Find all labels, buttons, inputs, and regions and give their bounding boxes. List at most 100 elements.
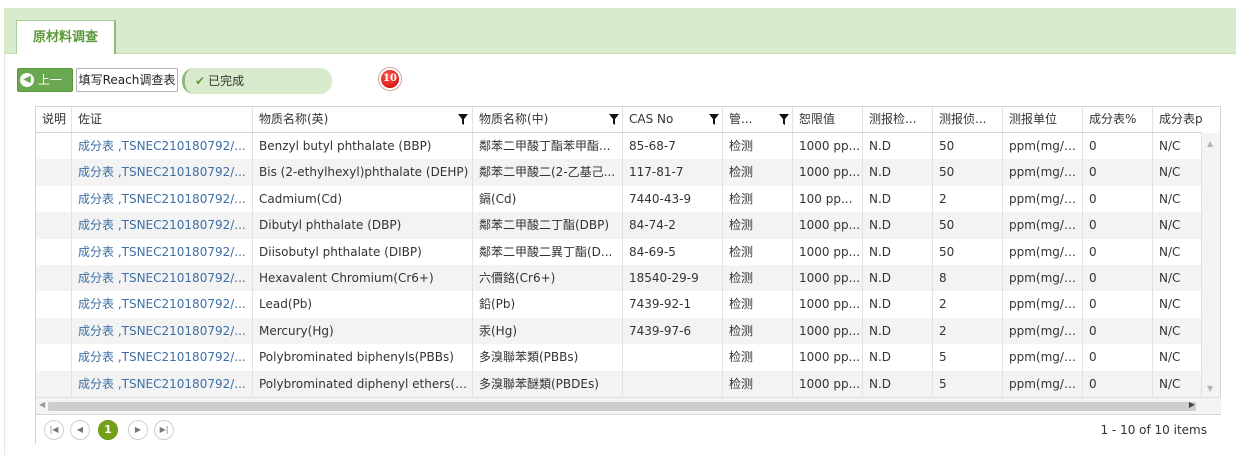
cell-note (36, 265, 72, 292)
table-row[interactable]: 成分表 ,TSNEC210180792/... Polybrominated d… (36, 370, 1202, 397)
cell-test-result: N.D (863, 370, 933, 397)
count-badge: 10 (379, 68, 401, 90)
cell-detection: 50 (933, 159, 1003, 186)
header-limit[interactable]: 恕限值 (793, 107, 863, 132)
cell-note (36, 159, 72, 186)
cell-cas-no: 84-74-2 (623, 212, 723, 239)
header-evidence[interactable]: 佐证 (72, 107, 253, 132)
cell-note (36, 238, 72, 265)
filter-icon[interactable] (458, 114, 468, 125)
cell-substance-cn: 多溴聯苯醚類(PBDEs) (473, 370, 623, 397)
cell-test-result: N.D (863, 133, 933, 160)
cell-control: 检测 (723, 159, 793, 186)
cell-control: 检测 (723, 185, 793, 213)
cell-evidence-link[interactable]: 成分表 ,TSNEC210180792/... (72, 212, 253, 239)
cell-unit: ppm(mg/kg) (1003, 133, 1083, 160)
cell-substance-cn: 鄰苯二甲酸二丁酯(DBP) (473, 212, 623, 239)
filter-icon[interactable] (779, 114, 789, 125)
cell-evidence-link[interactable]: 成分表 ,TSNEC210180792/... (72, 370, 253, 397)
cell-limit: 1000 pp... (793, 133, 863, 160)
pager-info: 1 - 10 of 10 items (1100, 423, 1207, 437)
table-row[interactable]: 成分表 ,TSNEC210180792/... Cadmium(Cd) 鎘(Cd… (36, 185, 1202, 213)
header-test-result[interactable]: 测报检... (863, 107, 933, 132)
cell-evidence-link[interactable]: 成分表 ,TSNEC210180792/... (72, 265, 253, 292)
cell-evidence-link[interactable]: 成分表 ,TSNEC210180792/... (72, 238, 253, 265)
cell-composition-p: N/C (1153, 344, 1202, 370)
header-substance-en[interactable]: 物质名称(英) (253, 107, 473, 132)
prev-page-icon[interactable]: ◀ (70, 420, 90, 440)
cell-composition-pct: 0 (1083, 317, 1153, 345)
header-unit[interactable]: 测报单位 (1003, 107, 1083, 132)
header-detection[interactable]: 测报侦... (933, 107, 1003, 132)
grid-body: 成分表 ,TSNEC210180792/... Benzyl butyl pht… (36, 133, 1202, 397)
scroll-left-icon[interactable]: ◀ (39, 400, 45, 409)
first-page-icon[interactable]: |◀ (44, 420, 64, 440)
cell-substance-cn: 汞(Hg) (473, 317, 623, 345)
table-row[interactable]: 成分表 ,TSNEC210180792/... Lead(Pb) 鉛(Pb) 7… (36, 291, 1202, 318)
header-substance-cn[interactable]: 物质名称(中) (473, 107, 623, 132)
cell-substance-en: Lead(Pb) (253, 291, 473, 318)
table-row[interactable]: 成分表 ,TSNEC210180792/... Diisobutyl phtha… (36, 238, 1202, 265)
cell-substance-en: Mercury(Hg) (253, 317, 473, 345)
header-note[interactable]: 说明 (36, 107, 72, 132)
cell-substance-en: Dibutyl phthalate (DBP) (253, 212, 473, 239)
page-button-current[interactable]: 1 (98, 420, 118, 440)
cell-cas-no: 7439-97-6 (623, 317, 723, 345)
prev-step-button[interactable]: ◀ 上一步 (17, 68, 73, 109)
cell-limit: 100 pp... (793, 185, 863, 213)
cell-unit: ppm(mg/kg) (1003, 185, 1083, 213)
cell-control: 检测 (723, 291, 793, 318)
table-row[interactable]: 成分表 ,TSNEC210180792/... Benzyl butyl pht… (36, 133, 1202, 160)
cell-test-result: N.D (863, 317, 933, 345)
cell-evidence-link[interactable]: 成分表 ,TSNEC210180792/... (72, 133, 253, 160)
cell-composition-pct: 0 (1083, 265, 1153, 292)
horizontal-scrollbar[interactable]: ◀ ▶ (36, 397, 1221, 414)
cell-evidence-link[interactable]: 成分表 ,TSNEC210180792/... (72, 159, 253, 186)
cell-unit: ppm(mg/kg) (1003, 159, 1083, 186)
next-page-icon[interactable]: ▶ (128, 420, 148, 440)
header-composition-p[interactable]: 成分表p (1153, 107, 1202, 132)
table-row[interactable]: 成分表 ,TSNEC210180792/... Hexavalent Chrom… (36, 265, 1202, 292)
arrow-left-icon: ◀ (20, 72, 34, 87)
header-cas-no[interactable]: CAS No (623, 107, 723, 132)
cell-evidence-link[interactable]: 成分表 ,TSNEC210180792/... (72, 344, 253, 371)
cell-test-result: N.D (863, 344, 933, 371)
table-row[interactable]: 成分表 ,TSNEC210180792/... Mercury(Hg) 汞(Hg… (36, 317, 1202, 345)
header-composition-pct[interactable]: 成分表% (1083, 107, 1153, 132)
scroll-right-icon[interactable]: ▶ (1189, 400, 1195, 409)
cell-control: 检测 (723, 133, 793, 160)
cell-cas-no: 7439-92-1 (623, 291, 723, 318)
cell-control: 检测 (723, 212, 793, 239)
cell-control: 检测 (723, 317, 793, 345)
table-row[interactable]: 成分表 ,TSNEC210180792/... Bis (2-ethylhexy… (36, 159, 1202, 186)
filter-icon[interactable] (609, 114, 619, 125)
cell-composition-p: N/C (1153, 318, 1202, 344)
cell-control: 检测 (723, 265, 793, 292)
cell-composition-pct: 0 (1083, 159, 1153, 186)
cell-evidence-link[interactable]: 成分表 ,TSNEC210180792/... (72, 291, 253, 318)
cell-composition-pct: 0 (1083, 185, 1153, 213)
cell-control: 检测 (723, 344, 793, 371)
last-page-icon[interactable]: ▶| (154, 420, 174, 440)
scrollbar-thumb[interactable] (48, 402, 1196, 411)
fill-reach-survey-button[interactable]: 填写Reach调查表 (76, 68, 178, 92)
table-row[interactable]: 成分表 ,TSNEC210180792/... Polybrominated b… (36, 344, 1202, 371)
scroll-down-icon[interactable]: ▼ (1207, 384, 1213, 393)
cell-evidence-link[interactable]: 成分表 ,TSNEC210180792/... (72, 185, 253, 213)
vertical-scrollbar[interactable]: ▲ ▼ (1201, 133, 1220, 397)
cell-composition-p: N/C (1153, 371, 1202, 397)
cell-evidence-link[interactable]: 成分表 ,TSNEC210180792/... (72, 317, 253, 345)
cell-unit: ppm(mg/kg) (1003, 344, 1083, 371)
cell-limit: 1000 pp... (793, 370, 863, 397)
filter-icon[interactable] (709, 114, 719, 125)
cell-detection: 50 (933, 238, 1003, 265)
cell-composition-pct: 0 (1083, 133, 1153, 160)
tab-raw-material-survey[interactable]: 原材料调查 (16, 20, 116, 55)
cell-detection: 5 (933, 344, 1003, 371)
cell-cas-no: 85-68-7 (623, 133, 723, 160)
scroll-up-icon[interactable]: ▲ (1207, 139, 1213, 148)
cell-unit: ppm(mg/kg) (1003, 317, 1083, 345)
cell-cas-no: 117-81-7 (623, 159, 723, 186)
table-row[interactable]: 成分表 ,TSNEC210180792/... Dibutyl phthalat… (36, 212, 1202, 239)
cell-composition-p: N/C (1153, 186, 1202, 212)
